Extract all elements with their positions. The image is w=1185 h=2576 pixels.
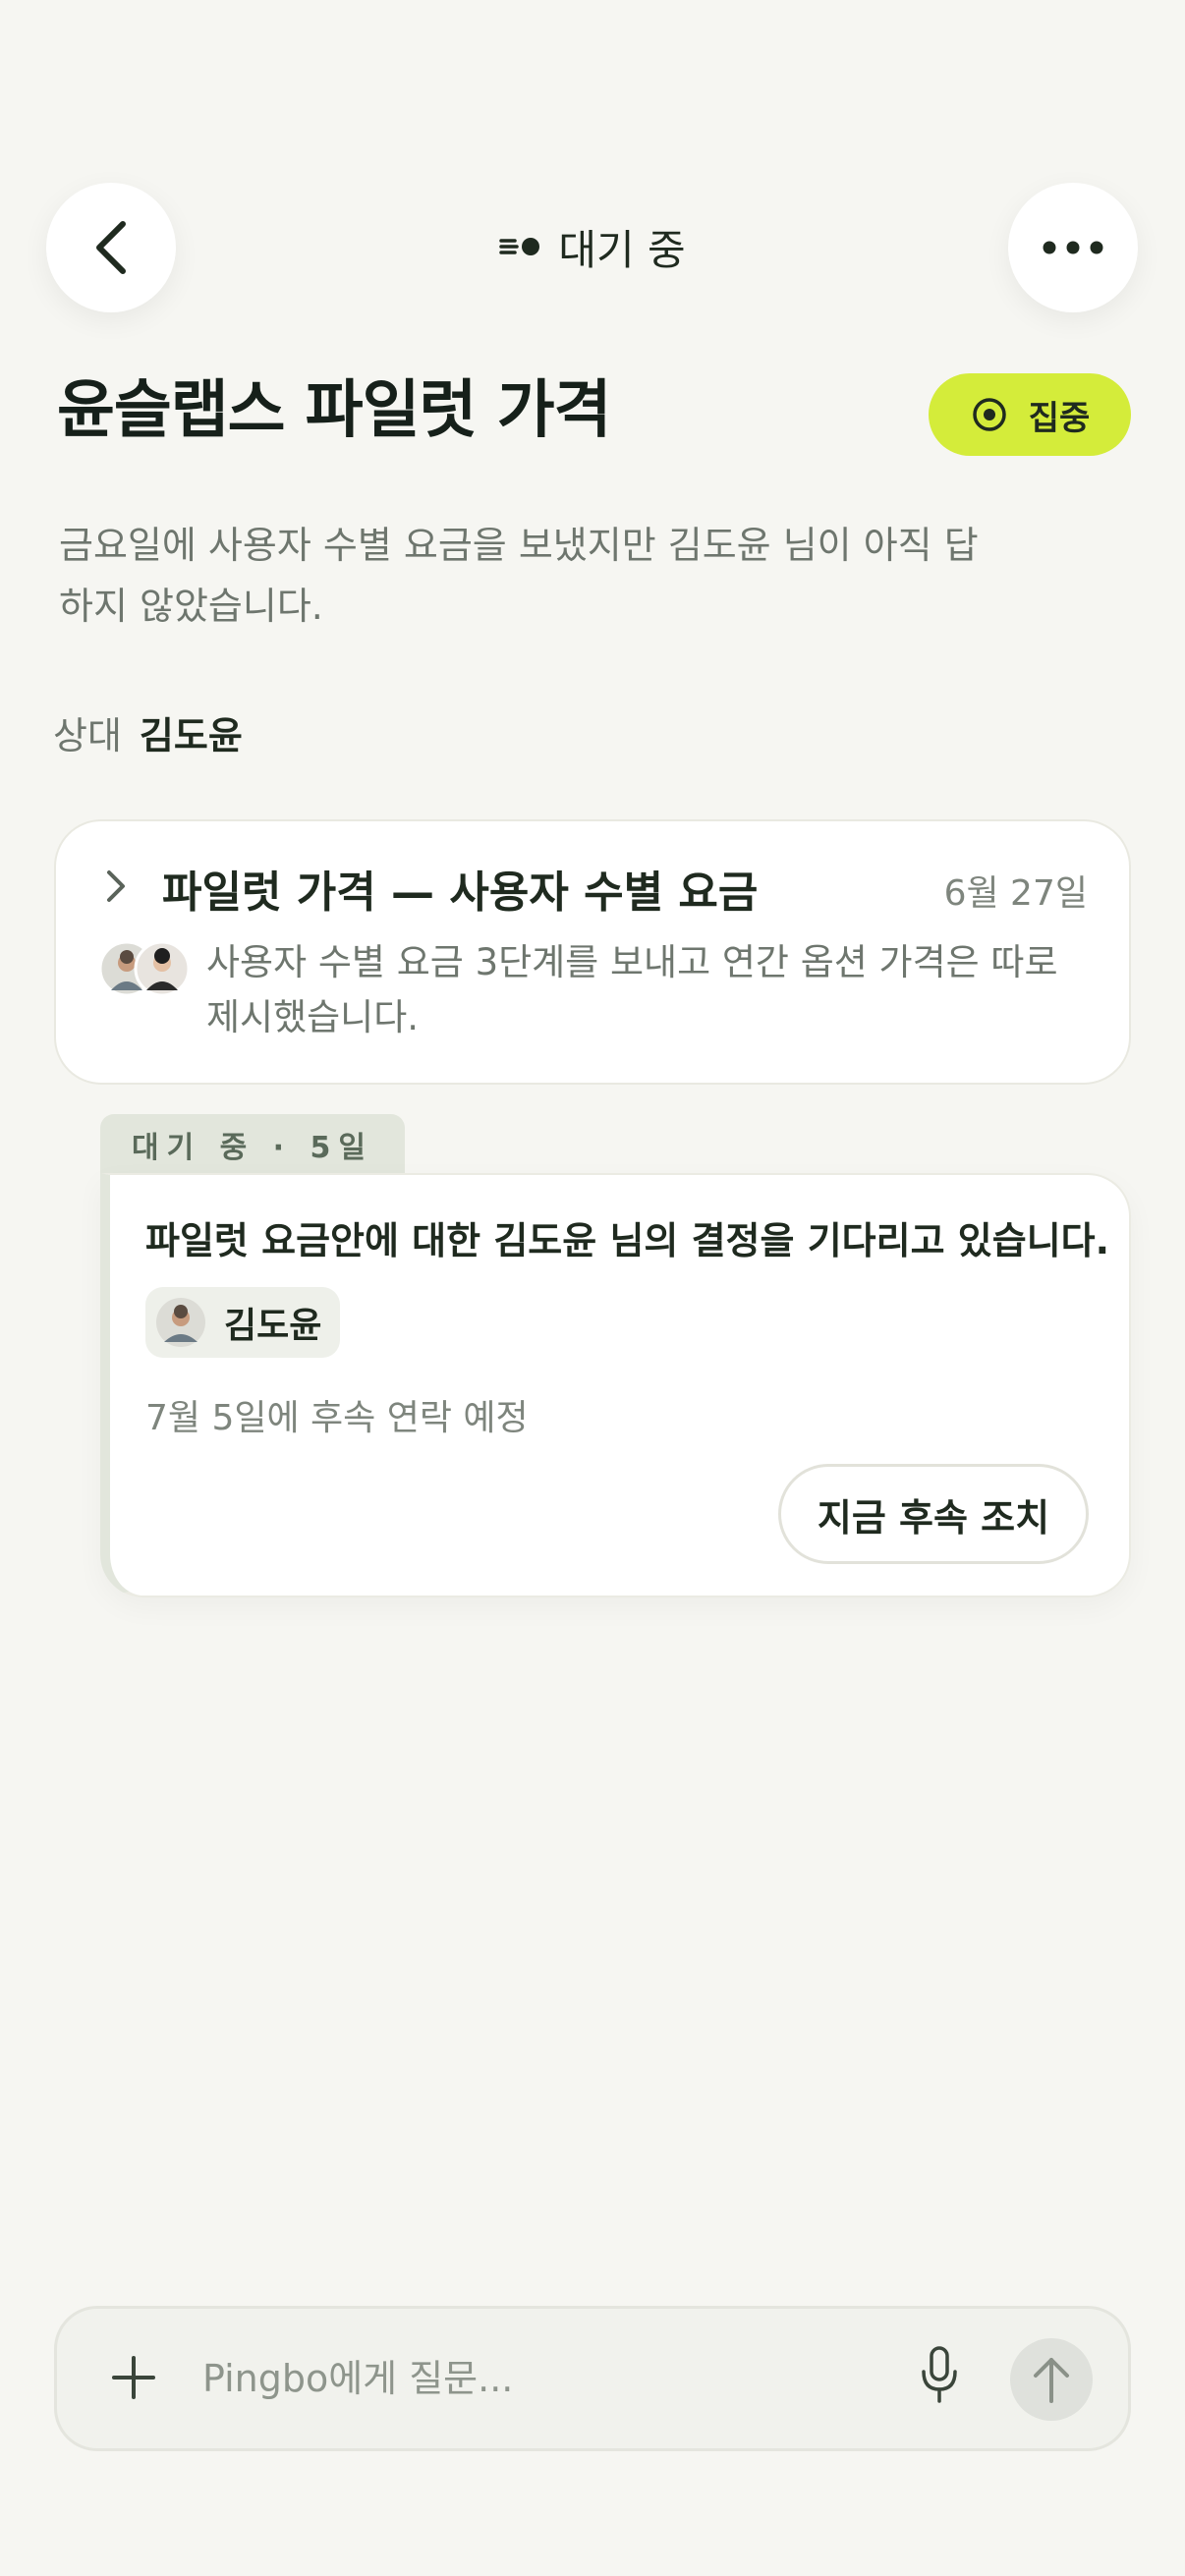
more-horizontal-icon: [1043, 241, 1103, 254]
avatar: [156, 1298, 205, 1347]
thread-summary: 사용자 수별 요금 3단계를 보내고 연간 옵션 가격은 따로 제시했습니다.: [206, 941, 1058, 1038]
follow-up-now-button[interactable]: 지금 후속 조치: [778, 1464, 1089, 1564]
plus-icon[interactable]: [108, 2352, 159, 2403]
arrow-up-icon: [1034, 2358, 1069, 2403]
waiting-message: 파일럿 요금안에 대한 김도윤 님의 결정을 기다리고 있습니다.: [145, 1219, 1110, 1262]
thread-description: 금요일에 사용자 수별 요금을 보냈지만 김도윤 님이 아직 답하지 않았습니다…: [59, 524, 979, 628]
counterpart-label: 상대: [53, 714, 122, 757]
page-title: 윤슬랩스 파일럿 가격: [57, 374, 611, 447]
followup-schedule: 7월 5일에 후속 연락 예정: [145, 1398, 529, 1438]
person-chip-name: 김도윤: [224, 1306, 322, 1346]
thread-date: 6월 27일: [943, 873, 1088, 914]
counterpart-name: 김도윤: [139, 714, 243, 757]
thread-title: 파일럿 가격 — 사용자 수별 요금: [162, 868, 759, 918]
thread-card[interactable]: 파일럿 가격 — 사용자 수별 요금 6월 27일 사용자 수별 요금 3단계를…: [54, 819, 1131, 1085]
composer: [54, 2306, 1131, 2451]
focus-label: 집중: [1028, 398, 1091, 438]
waiting-card: 파일럿 요금안에 대한 김도윤 님의 결정을 기다리고 있습니다. 김도윤 7월…: [100, 1173, 1131, 1597]
waiting-status-tab: 대기 중 · 5일: [100, 1114, 405, 1175]
focus-toggle-button[interactable]: 집중: [929, 373, 1131, 456]
ask-input[interactable]: [200, 2344, 892, 2413]
participants-avatars: [98, 940, 191, 997]
target-icon: [972, 398, 1006, 431]
counterpart-row: 상대 김도윤: [53, 705, 243, 759]
more-options-button[interactable]: [1008, 183, 1138, 312]
person-chip[interactable]: 김도윤: [145, 1287, 340, 1358]
send-button[interactable]: [1010, 2338, 1093, 2421]
status-label: 대기 중: [558, 225, 686, 274]
microphone-icon[interactable]: [920, 2344, 959, 2407]
chevron-right-icon: [107, 870, 125, 902]
waiting-dot-icon: [499, 238, 540, 255]
